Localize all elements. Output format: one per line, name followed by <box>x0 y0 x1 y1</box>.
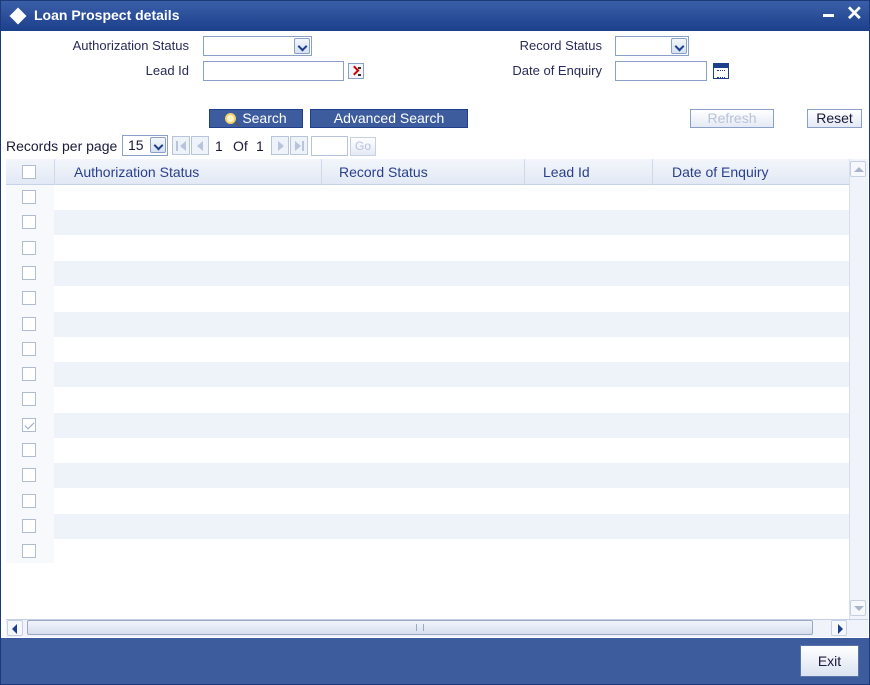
calendar-icon[interactable] <box>713 63 729 79</box>
scroll-left-icon[interactable] <box>7 620 23 636</box>
page-number-input[interactable] <box>311 136 348 156</box>
records-per-page-select[interactable]: 15 <box>122 135 168 156</box>
authorization-status-select[interactable] <box>203 36 312 56</box>
loan-prospect-window: Loan Prospect details ✕ Authorization St… <box>0 0 870 685</box>
table-row[interactable] <box>54 438 849 463</box>
table-row[interactable] <box>54 312 849 337</box>
select-all-checkbox[interactable] <box>22 165 36 179</box>
close-icon[interactable]: ✕ <box>846 4 863 24</box>
table-row[interactable] <box>54 514 849 539</box>
table-row[interactable] <box>54 286 849 311</box>
search-icon <box>225 113 237 124</box>
table-row[interactable] <box>54 337 849 362</box>
row-checkbox[interactable] <box>22 342 36 356</box>
last-page-icon[interactable] <box>290 136 308 155</box>
title-bar: Loan Prospect details ✕ <box>1 1 869 31</box>
record-status-label: Record Status <box>519 38 602 53</box>
row-checkbox[interactable] <box>22 418 36 432</box>
records-per-page-label: Records per page <box>6 138 118 154</box>
table-row[interactable] <box>54 489 849 514</box>
lead-id-input[interactable] <box>203 61 344 81</box>
row-checkbox[interactable] <box>22 215 36 229</box>
search-button[interactable]: Search <box>209 109 303 128</box>
lead-id-label: Lead Id <box>145 63 189 78</box>
footer-bar <box>1 638 869 684</box>
diamond-icon <box>9 7 27 25</box>
reset-button[interactable]: Reset <box>807 109 862 128</box>
row-checkbox[interactable] <box>22 367 36 381</box>
lov-picker-icon[interactable] <box>348 63 364 79</box>
date-of-enquiry-input[interactable] <box>615 61 707 81</box>
total-pages: 1 <box>256 138 264 154</box>
advanced-search-button[interactable]: Advanced Search <box>310 109 468 128</box>
next-page-icon[interactable] <box>271 136 289 155</box>
row-checkbox[interactable] <box>22 494 36 508</box>
table-row[interactable] <box>54 362 849 387</box>
column-separator <box>524 159 525 185</box>
dropdown-arrow-icon[interactable] <box>671 38 687 54</box>
record-status-select[interactable] <box>615 36 689 56</box>
window-title: Loan Prospect details <box>34 7 180 23</box>
first-page-icon[interactable] <box>172 136 190 155</box>
column-header-authorization-status[interactable]: Authorization Status <box>74 164 199 180</box>
column-separator <box>54 159 55 185</box>
table-row[interactable] <box>54 261 849 286</box>
table-row[interactable] <box>54 185 849 210</box>
table-row[interactable] <box>54 413 849 438</box>
row-checkbox[interactable] <box>22 443 36 457</box>
row-checkbox[interactable] <box>22 544 36 558</box>
column-separator <box>321 159 322 185</box>
date-of-enquiry-label: Date of Enquiry <box>512 63 602 78</box>
exit-button[interactable]: Exit <box>800 645 859 677</box>
row-checkbox[interactable] <box>22 519 36 533</box>
scroll-right-icon[interactable] <box>831 620 847 636</box>
row-checkbox[interactable] <box>22 266 36 280</box>
row-checkbox[interactable] <box>22 291 36 305</box>
column-header-date-of-enquiry[interactable]: Date of Enquiry <box>672 164 769 180</box>
column-header-lead-id[interactable]: Lead Id <box>543 164 590 180</box>
row-checkbox[interactable] <box>22 468 36 482</box>
search-button-label: Search <box>242 110 287 126</box>
table-row[interactable] <box>54 387 849 412</box>
dropdown-arrow-icon[interactable] <box>294 38 310 54</box>
table-row[interactable] <box>54 463 849 488</box>
records-per-page-value: 15 <box>128 137 144 153</box>
go-button[interactable]: Go <box>350 137 376 156</box>
previous-page-icon[interactable] <box>191 136 209 155</box>
vertical-scrollbar[interactable] <box>849 159 868 619</box>
scroll-up-icon[interactable] <box>850 161 866 177</box>
current-page: 1 <box>215 138 223 154</box>
row-checkbox[interactable] <box>22 241 36 255</box>
minimize-icon[interactable] <box>823 14 834 17</box>
horizontal-scroll-thumb[interactable] <box>27 620 813 635</box>
row-checkbox[interactable] <box>22 190 36 204</box>
authorization-status-label: Authorization Status <box>72 38 189 53</box>
of-label: Of <box>233 138 248 154</box>
refresh-button[interactable]: Refresh <box>690 109 774 128</box>
table-row[interactable] <box>54 539 849 564</box>
dropdown-arrow-icon[interactable] <box>150 137 166 153</box>
row-checkbox[interactable] <box>22 392 36 406</box>
row-checkbox[interactable] <box>22 317 36 331</box>
scroll-down-icon[interactable] <box>850 600 866 616</box>
column-header-record-status[interactable]: Record Status <box>339 164 428 180</box>
table-row[interactable] <box>54 210 849 235</box>
table-row[interactable] <box>54 236 849 261</box>
column-separator <box>652 159 653 185</box>
